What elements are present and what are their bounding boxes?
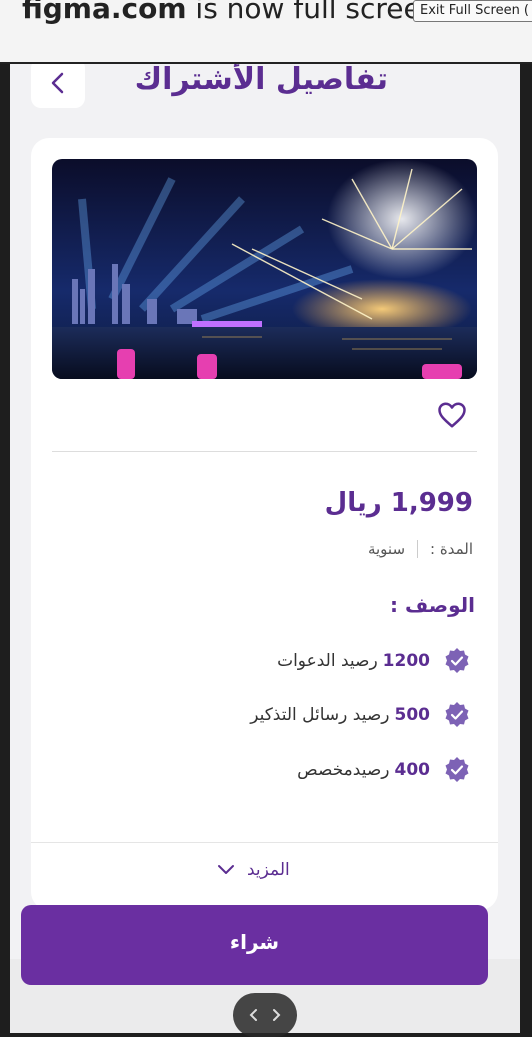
feature-number: 500	[394, 705, 431, 725]
feature-text: رصيد رسائل التذكير	[250, 705, 390, 725]
divider	[52, 451, 477, 452]
divider	[31, 842, 498, 843]
feature-text: رصيد الدعوات	[277, 651, 378, 671]
duration-label: المدة :	[430, 540, 473, 558]
drag-handle-icon	[249, 1009, 281, 1021]
feature-item: 500 رصيد رسائل التذكير	[250, 700, 472, 730]
feature-number: 400	[394, 760, 431, 780]
duration-value: سنوية	[367, 540, 406, 558]
banner-domain: figma.com	[22, 0, 187, 25]
buy-label: شراء	[229, 930, 280, 954]
heart-icon	[438, 402, 466, 428]
more-label: المزيد	[247, 860, 290, 880]
favorite-button[interactable]	[437, 401, 467, 433]
app-screen: تفاصيل الأشتراك 1,999 ريال المدة: سنوية…	[10, 64, 520, 1033]
drag-handle[interactable]	[233, 993, 297, 1037]
duration-row: المدة : سنوية	[368, 540, 473, 558]
subscription-image	[52, 159, 477, 379]
verified-check-icon	[445, 757, 469, 782]
price: 1,999 ريال	[324, 488, 473, 518]
description-heading: الوصف :	[389, 593, 475, 617]
subscription-card: 1,999 ريال المدة : سنوية الوصف : 1200 رص…	[31, 138, 498, 910]
page-title: تفاصيل الأشتراك	[134, 64, 388, 97]
exit-fullscreen-button[interactable]: Exit Full Screen (	[413, 0, 532, 22]
back-button[interactable]	[31, 64, 85, 108]
buy-button[interactable]: شراء	[21, 905, 488, 985]
fullscreen-message: figma.com is now full screen	[22, 0, 439, 25]
verified-check-icon	[445, 702, 469, 727]
feature-item: 1200 رصيد الدعوات	[277, 646, 472, 676]
fullscreen-banner: figma.com is now full screen Exit Full S…	[0, 0, 532, 64]
verified-check-icon	[445, 648, 469, 673]
more-button[interactable]: المزيد	[217, 860, 290, 880]
feature-number: 1200	[382, 651, 430, 671]
chevron-down-icon	[218, 865, 234, 874]
feature-text: رصيدمخصص	[297, 760, 390, 780]
feature-item: 400 رصيدمخصص	[297, 755, 472, 785]
chevron-left-icon	[51, 72, 64, 94]
banner-message: is now full screen	[186, 0, 439, 25]
duration-separator	[417, 540, 419, 558]
